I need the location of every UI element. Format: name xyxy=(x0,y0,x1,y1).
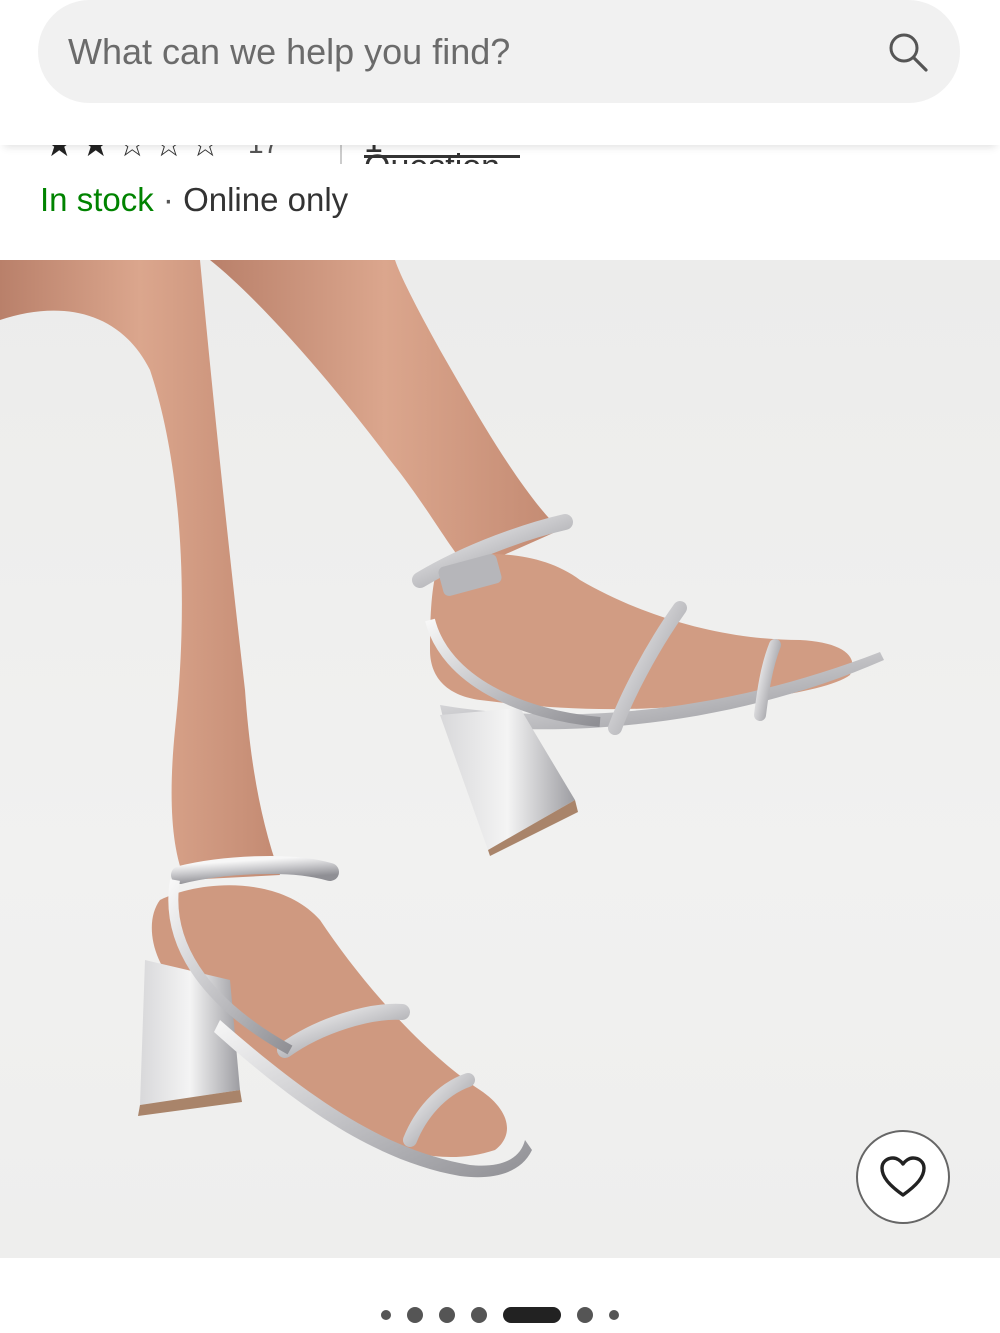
carousel-dot[interactable] xyxy=(407,1307,423,1323)
carousel-pagination xyxy=(0,1300,1000,1330)
availability-line: In stock · Online only xyxy=(40,181,348,219)
stock-status: In stock xyxy=(40,181,154,218)
search-input[interactable]: What can we help you find? xyxy=(38,0,960,103)
carousel-dot[interactable] xyxy=(471,1307,487,1323)
separator: · xyxy=(162,181,174,218)
search-header: What can we help you find? xyxy=(0,0,1000,145)
carousel-dot[interactable] xyxy=(439,1307,455,1323)
carousel-dot[interactable] xyxy=(381,1310,391,1320)
search-icon[interactable] xyxy=(886,30,930,74)
channel-label: Online only xyxy=(183,181,349,218)
heart-icon xyxy=(880,1156,926,1197)
favorite-button[interactable] xyxy=(856,1130,950,1224)
product-image[interactable] xyxy=(0,260,1000,1258)
carousel-dot-active[interactable] xyxy=(503,1307,561,1323)
carousel-dot[interactable] xyxy=(577,1307,593,1323)
carousel-dot[interactable] xyxy=(609,1310,619,1320)
product-photo-illustration xyxy=(0,260,884,1178)
search-placeholder: What can we help you find? xyxy=(68,30,511,72)
